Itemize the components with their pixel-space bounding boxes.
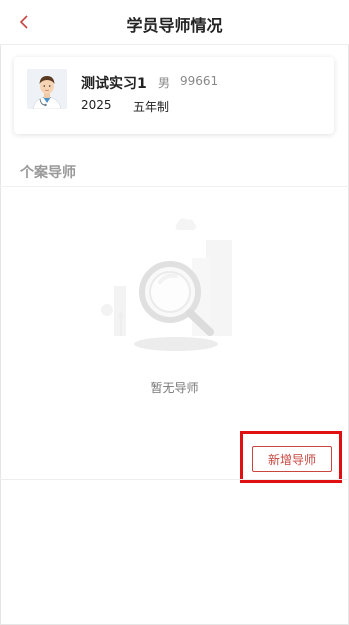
empty-illustration — [96, 214, 246, 354]
student-year: 2025 — [81, 98, 112, 112]
avatar — [27, 69, 67, 109]
page-title: 学员导师情况 — [126, 16, 223, 35]
empty-message: 暂无导师 — [150, 381, 199, 395]
student-gender: 男 — [158, 76, 171, 90]
top-bar: 学员导师情况 — [0, 0, 349, 45]
student-program: 五年制 — [133, 100, 170, 114]
divider-bottom — [0, 479, 349, 480]
student-card: 测试实习1 男 99661 2025 五年制 — [14, 57, 334, 134]
doctor-avatar-icon — [27, 69, 67, 109]
divider — [0, 186, 349, 187]
empty-search-icon — [101, 218, 232, 351]
student-name: 测试实习1 — [81, 76, 147, 92]
add-mentor-button[interactable]: 新增导师 — [252, 446, 332, 472]
section-title: 个案导师 — [20, 165, 76, 181]
student-id: 99661 — [180, 74, 219, 88]
